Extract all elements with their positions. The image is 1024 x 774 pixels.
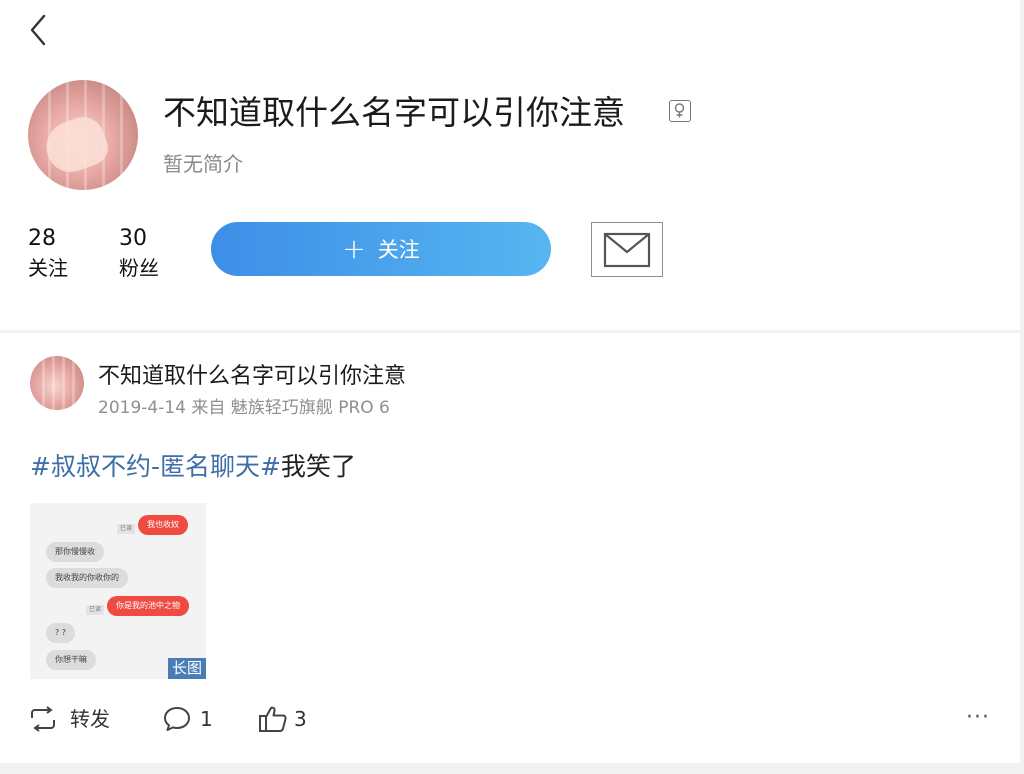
comment-count: 1 [200, 707, 213, 731]
followers-count: 30 [119, 226, 147, 251]
follow-button-label: 关注 [377, 238, 420, 262]
message-button[interactable] [591, 222, 663, 277]
repost-label: 转发 [70, 707, 110, 731]
plus-icon: + [342, 232, 366, 265]
repost-icon [31, 706, 55, 732]
followers-label: 粉丝 [119, 256, 159, 280]
followers-stat[interactable]: 30 粉丝 [119, 224, 159, 282]
read-receipt: 已读 [117, 524, 136, 534]
more-options-button[interactable]: ··· [958, 706, 998, 736]
like-button[interactable]: 3 [258, 704, 307, 734]
female-icon [669, 100, 691, 122]
following-stat[interactable]: 28 关注 [28, 224, 68, 282]
chevron-left-icon [30, 14, 46, 46]
chat-bubble: 你是我的池中之物 [107, 596, 189, 616]
following-count: 28 [28, 226, 56, 251]
back-button[interactable] [26, 12, 52, 48]
profile-header: 不知道取什么名字可以引你注意 暂无简介 28 关注 30 粉丝 + 关注 [0, 0, 1020, 330]
post-meta: 2019-4-14 来自 魅族轻巧旗舰 PRO 6 [98, 398, 390, 418]
profile-username: 不知道取什么名字可以引你注意 [163, 93, 625, 132]
follow-button[interactable]: + 关注 [211, 222, 551, 276]
profile-avatar[interactable] [28, 80, 138, 190]
post-image[interactable]: 已读 我也收奴 那你慢慢收 我收我的你收你的 已读 你是我的池中之物 ? ? 你… [30, 503, 206, 679]
post-content: #叔叔不约-匿名聊天#我笑了 [30, 450, 356, 484]
following-label: 关注 [28, 256, 68, 280]
post-text: 我笑了 [280, 452, 356, 481]
chat-bubble: 我收我的你收你的 [46, 568, 128, 588]
read-receipt: 已读 [86, 605, 105, 615]
chat-bubble: ? ? [46, 623, 76, 643]
repost-button[interactable]: 转发 [28, 704, 110, 734]
chat-bubble: 我也收奴 [138, 515, 188, 535]
chat-bubble: 那你慢慢收 [46, 542, 104, 562]
chat-bubble: 你想干嘛 [46, 650, 96, 670]
profile-bio: 暂无简介 [163, 152, 243, 176]
envelope-icon [603, 232, 651, 267]
like-count: 3 [294, 707, 307, 731]
long-image-badge: 长图 [167, 658, 206, 679]
comment-button[interactable]: 1 [162, 704, 213, 734]
post-hashtag[interactable]: #叔叔不约-匿名聊天# [30, 452, 281, 481]
post-author-name[interactable]: 不知道取什么名字可以引你注意 [98, 362, 406, 392]
post-author-avatar[interactable] [30, 356, 84, 410]
comment-icon [164, 707, 190, 731]
thumbs-up-icon [259, 706, 287, 732]
